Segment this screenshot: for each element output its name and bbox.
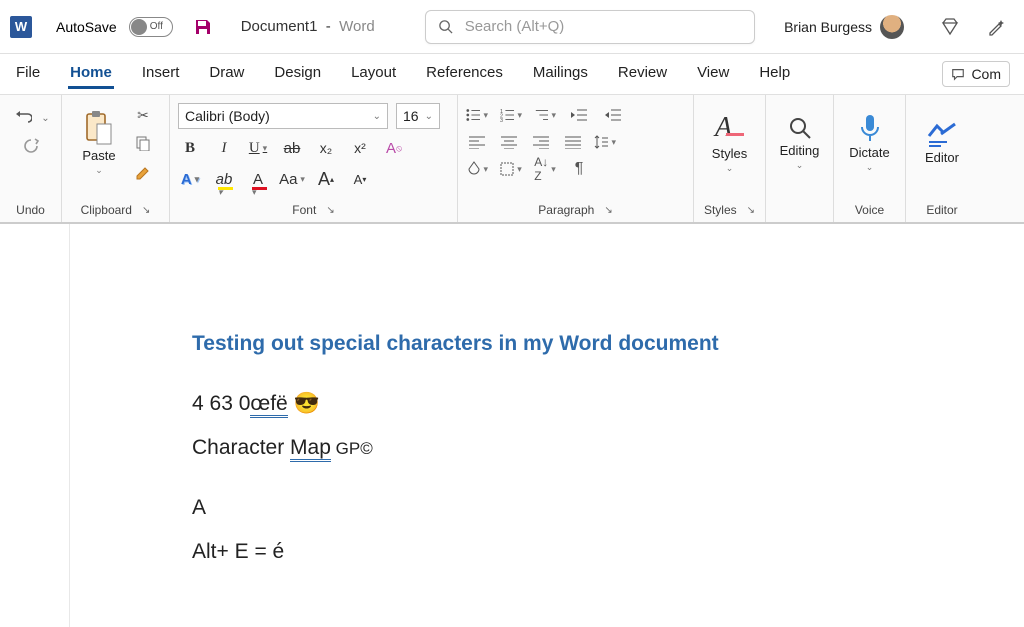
increase-indent-button[interactable] [602,105,624,125]
autosave-toggle[interactable]: Off [129,17,173,37]
doc-heading: Testing out special characters in my Wor… [192,332,1024,356]
tab-layout[interactable]: Layout [349,60,398,89]
document-area: Testing out special characters in my Wor… [0,224,1024,627]
font-color-button[interactable]: A [246,167,270,191]
sort-button[interactable]: A↓Z [534,159,556,179]
paragraph-dialog-icon[interactable]: ↘ [604,205,612,216]
tab-file[interactable]: File [14,60,42,89]
decrease-indent-button[interactable] [568,105,590,125]
dictate-button[interactable]: Dictate⌄ [842,101,897,185]
pen-sparkle-icon[interactable] [986,17,1006,37]
editor-group-label: Editor [914,201,970,220]
cut-icon[interactable]: ✂ [132,104,154,126]
underline-button[interactable]: U [246,136,270,160]
search-input[interactable]: Search (Alt+Q) [425,10,755,44]
titlebar: W AutoSave Off Document1 - Word Search (… [0,0,1024,54]
document-title: Document1 - Word [241,18,375,35]
paste-button[interactable]: Paste ⌄ [70,101,128,185]
editor-icon [927,122,957,148]
svg-text:3: 3 [500,118,503,122]
multilevel-button[interactable] [534,105,556,125]
tab-references[interactable]: References [424,60,505,89]
ribbon: ⌄ Undo Paste ⌄ ✂ Clipboard↘ [0,94,1024,224]
grow-font-button[interactable]: A▴ [314,167,338,191]
doc-line-3: A [192,496,1024,520]
copy-icon[interactable] [132,132,154,154]
word-app-icon: W [10,16,32,38]
superscript-button[interactable]: x² [348,136,372,160]
comments-button[interactable]: Com [942,61,1010,87]
voice-group-label: Voice [842,201,897,220]
change-case-button[interactable]: Aa [280,167,304,191]
tab-draw[interactable]: Draw [207,60,246,89]
doc-line-1: 4 63 0œfë 😎 [192,392,1024,416]
undo-group-label: Undo [8,201,53,220]
format-painter-icon[interactable] [132,160,154,182]
shrink-font-button[interactable]: A▾ [348,167,372,191]
clipboard-group-label: Clipboard [81,203,132,217]
font-size-select[interactable]: 16⌄ [396,103,440,129]
bold-button[interactable]: B [178,136,202,160]
styles-group-label: Styles [704,203,737,217]
clear-format-button[interactable]: A⦸ [382,136,406,160]
numbering-button[interactable]: 123 [500,105,522,125]
save-icon[interactable] [193,17,213,37]
show-marks-button[interactable]: ¶ [568,159,590,179]
diamond-icon[interactable] [940,17,960,37]
italic-button[interactable]: I [212,136,236,160]
align-center-button[interactable] [498,132,520,152]
tab-insert[interactable]: Insert [140,60,182,89]
text-effects-button[interactable]: A [178,167,202,191]
doc-line-4: Alt+ E = é [192,540,1024,564]
shading-button[interactable] [466,159,488,179]
line-spacing-button[interactable] [594,132,616,152]
clipboard-dialog-icon[interactable]: ↘ [142,205,150,216]
font-group-label: Font [292,203,316,217]
paragraph-group-label: Paragraph [538,203,594,217]
strikethrough-button[interactable]: ab [280,136,304,160]
subscript-button[interactable]: x₂ [314,136,338,160]
avatar [880,15,904,39]
borders-button[interactable] [500,159,522,179]
font-dialog-icon[interactable]: ↘ [326,205,334,216]
autosave-label: AutoSave [56,19,117,35]
microphone-icon [858,113,882,143]
search-placeholder: Search (Alt+Q) [465,18,565,35]
justify-button[interactable] [562,132,584,152]
doc-line-2: Character Map GP© [192,436,1024,460]
undo-icon[interactable] [11,107,33,129]
styles-icon: A [715,112,744,144]
document-page[interactable]: Testing out special characters in my Wor… [70,224,1024,627]
tab-mailings[interactable]: Mailings [531,60,590,89]
tab-help[interactable]: Help [757,60,792,89]
tab-view[interactable]: View [695,60,731,89]
styles-dialog-icon[interactable]: ↘ [747,205,755,216]
highlight-button[interactable]: ab [212,167,236,191]
search-icon [438,19,453,34]
editor-button[interactable]: Editor [914,101,970,185]
page-gutter [0,224,70,627]
editing-button[interactable]: Editing⌄ [774,101,825,185]
ribbon-tabs: File Home Insert Draw Design Layout Refe… [0,54,1024,94]
align-left-button[interactable] [466,132,488,152]
tab-home[interactable]: Home [68,60,114,89]
font-name-select[interactable]: Calibri (Body)⌄ [178,103,388,129]
redo-icon[interactable] [20,135,42,157]
align-right-button[interactable] [530,132,552,152]
tab-design[interactable]: Design [272,60,323,89]
styles-button[interactable]: A Styles⌄ [702,101,757,185]
find-icon [787,115,813,141]
clipboard-icon [83,110,115,146]
user-account[interactable]: Brian Burgess [784,15,904,39]
bullets-button[interactable] [466,105,488,125]
tab-review[interactable]: Review [616,60,669,89]
